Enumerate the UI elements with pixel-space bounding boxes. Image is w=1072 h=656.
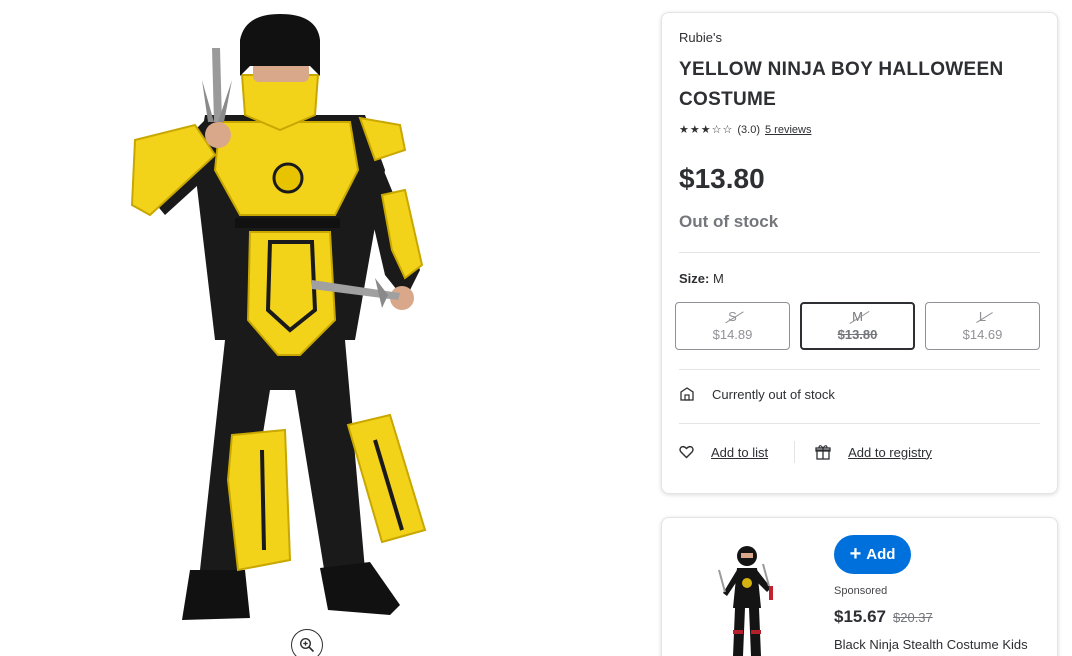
rating-value: (3.0) (737, 124, 760, 136)
star-rating: ★ ★ ★ ☆ ☆ (679, 123, 733, 136)
size-selected-value: M (712, 271, 724, 286)
reviews-link[interactable]: 5 reviews (765, 124, 811, 136)
zoom-button[interactable] (291, 629, 323, 656)
add-button[interactable]: + Add (834, 535, 911, 574)
sponsored-price: $15.67 (834, 607, 886, 626)
sponsored-product-image (718, 546, 773, 656)
plus-icon: + (849, 542, 862, 565)
add-button-label: Add (866, 546, 896, 563)
size-options: S $14.89 M $13.80 L $14.69 (675, 302, 1040, 350)
availability-row: Currently out of stock (679, 386, 835, 402)
size-price: $14.89 (712, 327, 753, 342)
action-separator (794, 441, 796, 463)
size-price: $14.69 (962, 327, 1003, 342)
product-image-area (0, 0, 640, 656)
divider (679, 252, 1040, 253)
product-price: $13.80 (679, 163, 765, 194)
add-to-registry-label: Add to registry (848, 444, 932, 460)
star-empty-icon: ☆ (711, 123, 722, 136)
gift-icon (815, 445, 831, 460)
size-label: Size: M (679, 271, 724, 286)
add-to-registry-button[interactable]: Add to registry (815, 444, 932, 460)
star-filled-icon: ★ (700, 123, 711, 136)
rating-row: ★ ★ ★ ☆ ☆ (3.0) 5 reviews (679, 124, 811, 136)
size-label-text: Size: (679, 271, 710, 286)
size-option-s[interactable]: S $14.89 (675, 302, 790, 350)
store-icon (680, 387, 694, 401)
sponsored-product-name[interactable]: Black Ninja Stealth Costume Kids (834, 637, 1028, 652)
star-filled-icon: ★ (679, 123, 689, 136)
size-name: S (722, 308, 743, 326)
divider (679, 423, 1040, 424)
star-empty-icon: ☆ (722, 123, 733, 136)
list-actions: Add to list Add to registry (679, 441, 932, 463)
sponsored-price-row: $15.67 $20.37 (834, 607, 933, 627)
heart-icon (679, 445, 694, 459)
product-title: YELLOW NINJA BOY HALLOWEEN COSTUME (679, 59, 1004, 110)
availability-text: Currently out of stock (712, 386, 835, 402)
sponsored-label: Sponsored (834, 585, 888, 597)
size-name: L (973, 308, 992, 326)
stock-status: Out of stock (679, 212, 779, 231)
star-filled-icon: ★ (689, 123, 700, 136)
size-name: M (846, 308, 869, 326)
divider (679, 369, 1040, 370)
was-price: $20.37 (893, 610, 933, 625)
add-to-list-button[interactable]: Add to list (679, 445, 768, 460)
product-image (130, 14, 427, 620)
size-price: $13.80 (837, 327, 878, 342)
size-option-m[interactable]: M $13.80 (800, 302, 915, 350)
add-to-list-label: Add to list (711, 444, 769, 460)
sponsored-product-card[interactable]: + Add Sponsored $15.67 $20.37 Black Ninj… (661, 517, 1058, 656)
zoom-in-icon (299, 637, 315, 653)
buy-box-card: Rubie's YELLOW NINJA BOY HALLOWEEN COSTU… (661, 12, 1058, 494)
brand-link[interactable]: Rubie's (679, 30, 722, 45)
size-option-l[interactable]: L $14.69 (925, 302, 1040, 350)
